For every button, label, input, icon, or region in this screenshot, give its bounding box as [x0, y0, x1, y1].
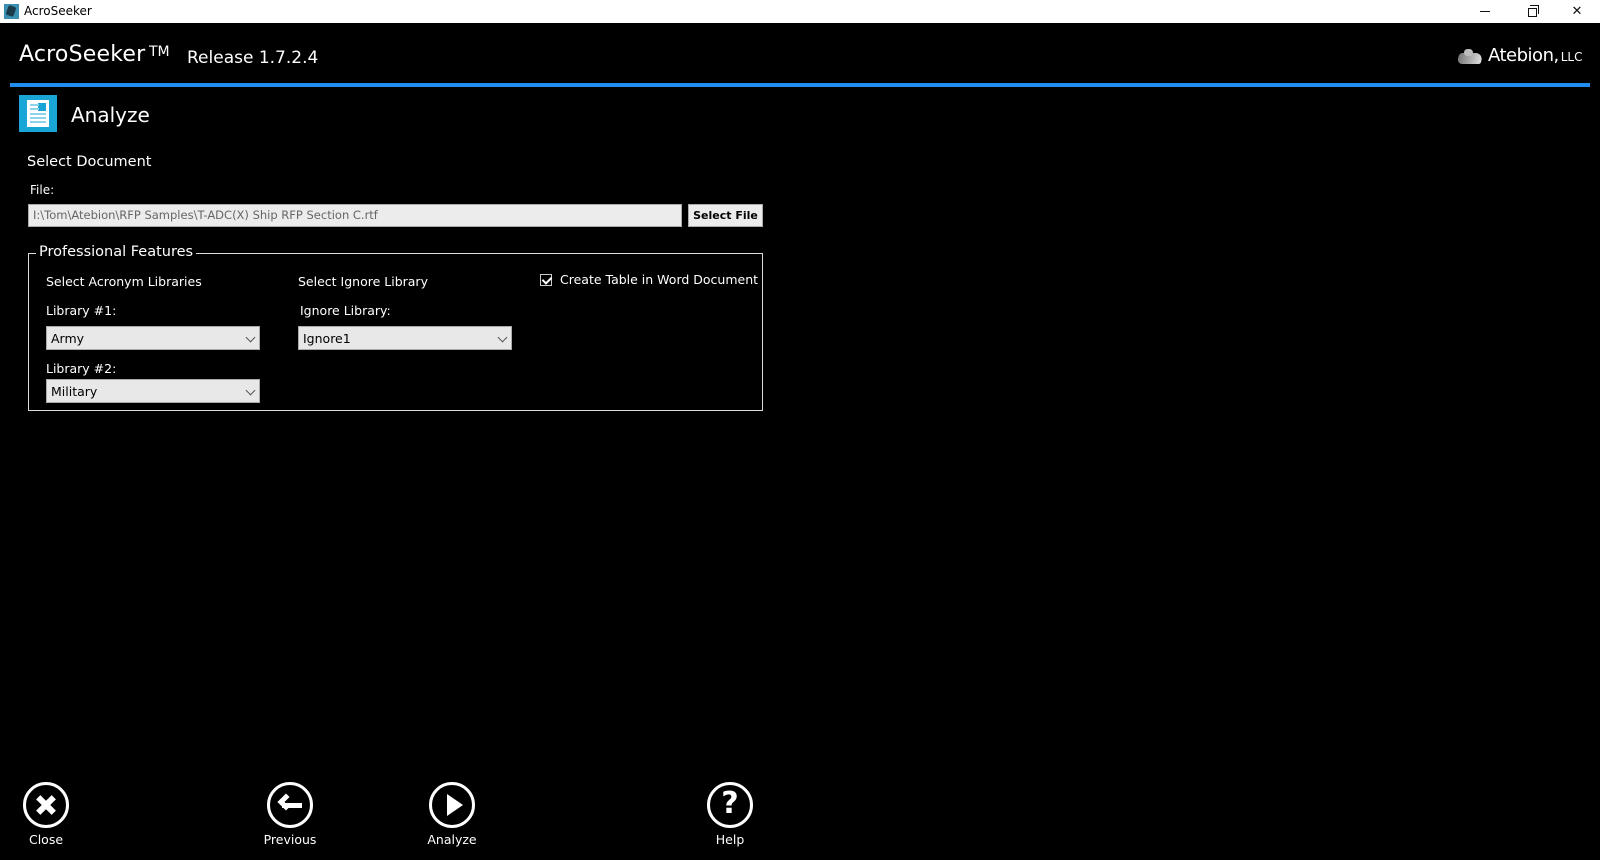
arrow-left-circle-icon [267, 782, 313, 828]
window-titlebar: AcroSeeker ✕ [0, 0, 1600, 23]
app-name: AcroSeeker [19, 42, 146, 67]
close-button[interactable]: Close [6, 780, 86, 852]
library2-value: Military [51, 384, 98, 399]
chevron-down-icon [245, 332, 256, 343]
file-label: File: [30, 183, 55, 197]
minimize-button[interactable] [1462, 0, 1508, 23]
document-icon [19, 95, 57, 132]
restore-icon [1527, 5, 1539, 17]
minimize-icon [1480, 11, 1490, 12]
select-document-heading: Select Document [27, 154, 152, 170]
window-title: AcroSeeker [24, 4, 92, 18]
create-table-label: Create Table in Word Document [560, 272, 759, 287]
select-file-button[interactable]: Select File [688, 204, 763, 227]
help-circle-icon: ? [707, 782, 753, 828]
ignore-library-dropdown[interactable]: Ignore1 [298, 326, 512, 350]
close-circle-icon [23, 782, 69, 828]
header-accent-bar [10, 83, 1590, 87]
create-table-checkbox[interactable] [540, 273, 552, 286]
acronym-libraries-heading: Select Acronym Libraries [46, 274, 202, 289]
library1-dropdown[interactable]: Army [46, 326, 260, 350]
chevron-down-icon [497, 332, 508, 343]
close-x-icon: ✕ [1571, 4, 1583, 19]
brand-logo: Atebion, LLC [1458, 45, 1582, 66]
analyze-button[interactable]: Analyze [412, 780, 492, 852]
ignore-library-value: Ignore1 [303, 331, 351, 346]
ignore-library-label: Ignore Library: [300, 303, 391, 318]
page-title: Analyze [71, 103, 150, 127]
brand-suffix: LLC [1560, 50, 1583, 64]
app-icon [4, 4, 19, 19]
brand-name: Atebion, [1488, 45, 1559, 66]
library1-value: Army [51, 331, 85, 346]
library2-dropdown[interactable]: Military [46, 379, 260, 403]
help-label: Help [715, 832, 745, 847]
release-version: Release 1.7.2.4 [187, 48, 319, 68]
previous-button[interactable]: Previous [250, 780, 330, 852]
play-circle-icon [429, 782, 475, 828]
file-path-field[interactable]: I:\Tom\Atebion\RFP Samples\T-ADC(X) Ship… [28, 204, 682, 227]
professional-features-legend: Professional Features [36, 244, 197, 260]
ignore-library-heading: Select Ignore Library [298, 274, 428, 289]
help-button[interactable]: ? Help [690, 780, 770, 852]
trademark: TM [149, 44, 170, 60]
previous-label: Previous [263, 832, 317, 847]
puzzle-logo-icon [1458, 49, 1484, 66]
library2-label: Library #2: [46, 361, 117, 376]
create-table-option[interactable]: Create Table in Word Document [540, 272, 758, 287]
restore-button[interactable] [1508, 0, 1554, 23]
close-label: Close [28, 832, 64, 847]
analyze-label: Analyze [427, 832, 477, 847]
window-close-button[interactable]: ✕ [1554, 0, 1600, 23]
library1-label: Library #1: [46, 303, 117, 318]
chevron-down-icon [245, 385, 256, 396]
